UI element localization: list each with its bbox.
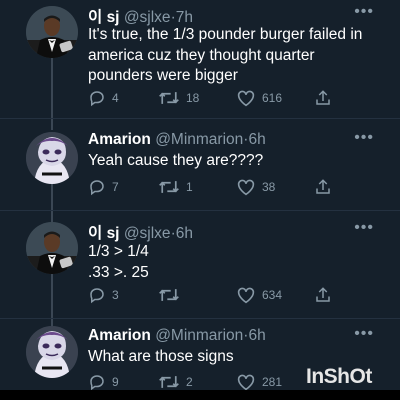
cartoon-character-avatar (26, 326, 78, 378)
user-handle[interactable]: @Minmarion (155, 131, 243, 148)
tuxedo-man-avatar (26, 222, 78, 274)
tweet-text: It's true, the 1/3 pounder burger failed… (88, 25, 380, 87)
tweet[interactable]: 이 sj @sjlxe·7h ••• It's true, the 1/3 po… (0, 0, 400, 118)
heart-icon (237, 90, 255, 107)
reply-count: 3 (112, 288, 119, 302)
like-button[interactable]: 281 (236, 372, 282, 392)
bottom-bar (0, 390, 400, 400)
retweet-button[interactable]: 1 (158, 177, 193, 197)
reply-button[interactable]: 3 (88, 285, 119, 305)
display-name[interactable]: 이 sj (88, 225, 120, 242)
tweet-header: Amarion @Minmarion·6h (88, 327, 266, 345)
reply-button[interactable]: 4 (88, 88, 119, 108)
heart-icon (237, 179, 255, 196)
retweet-count: 1 (186, 180, 193, 194)
heart-icon (237, 374, 255, 391)
display-name[interactable]: 이 sj (88, 9, 120, 26)
tweet-text: Yeah cause they are???? (88, 151, 380, 172)
tweet-actions: 7 1 38 (88, 177, 348, 197)
tuxedo-man-avatar (26, 6, 78, 58)
share-button[interactable] (314, 88, 332, 108)
like-count: 38 (262, 180, 276, 194)
heart-icon (237, 287, 255, 304)
tweet-text-line: Yeah cause they are???? (88, 152, 264, 169)
display-name[interactable]: Amarion (88, 327, 151, 344)
more-options-icon[interactable]: ••• (354, 129, 374, 147)
reply-icon (90, 180, 104, 196)
more-options-icon[interactable]: ••• (354, 3, 374, 21)
user-handle[interactable]: @sjlxe (124, 225, 171, 242)
like-count: 634 (262, 288, 283, 302)
timestamp[interactable]: 6h (248, 131, 265, 148)
tweet-header: 이 sj @sjlxe·6h (88, 221, 193, 243)
user-handle[interactable]: @Minmarion (155, 327, 243, 344)
like-button[interactable]: 38 (236, 177, 275, 197)
cartoon-character-avatar (26, 132, 78, 184)
retweet-icon (159, 376, 179, 388)
like-count: 281 (262, 375, 283, 389)
tweet-text-line: 1/3 > 1/4 (88, 243, 149, 260)
tweet[interactable]: 이 sj @sjlxe·6h ••• 1/3 > 1/4 .33 >. 25 3… (0, 210, 400, 318)
like-count: 616 (262, 91, 283, 105)
like-button[interactable]: 616 (236, 88, 282, 108)
inshot-watermark: InShOt (306, 365, 372, 388)
tweet-header: Amarion @Minmarion·6h (88, 131, 266, 149)
reply-icon (90, 375, 104, 391)
tweet-text-line: .33 >. 25 (88, 263, 149, 281)
reply-button[interactable]: 9 (88, 372, 119, 392)
reply-icon (90, 91, 104, 107)
more-options-icon[interactable]: ••• (354, 219, 374, 237)
display-name[interactable]: Amarion (88, 131, 151, 148)
retweet-count: 18 (186, 91, 200, 105)
retweet-button[interactable]: 2 (158, 372, 193, 392)
tweet-text-line: pounders were bigger (88, 67, 238, 84)
reply-count: 4 (112, 91, 119, 105)
timestamp[interactable]: 6h (176, 225, 193, 242)
tweet-header: 이 sj @sjlxe·7h (88, 5, 193, 27)
avatar[interactable] (26, 222, 78, 274)
avatar[interactable] (26, 6, 78, 58)
tweet-text-line: It's true, the 1/3 pounder burger failed… (88, 26, 363, 43)
like-button[interactable]: 634 (236, 285, 282, 305)
share-button[interactable] (314, 285, 332, 305)
share-button[interactable] (314, 177, 332, 197)
more-options-icon[interactable]: ••• (354, 325, 374, 343)
tweet-text-line: america cuz they thought quarter (88, 46, 315, 64)
share-icon (316, 90, 330, 105)
timestamp[interactable]: 6h (248, 327, 265, 344)
tweet-actions: 3 634 (88, 285, 348, 305)
timestamp[interactable]: 7h (176, 9, 193, 26)
avatar[interactable] (26, 132, 78, 184)
retweet-button[interactable] (158, 285, 186, 305)
share-icon (316, 287, 330, 302)
tweet-actions: 4 18 616 (88, 88, 348, 108)
reply-count: 9 (112, 375, 119, 389)
reply-icon (90, 288, 104, 304)
tweet-text: 1/3 > 1/4 .33 >. 25 (88, 242, 380, 283)
retweet-icon (159, 92, 179, 104)
retweet-icon (159, 181, 179, 193)
reply-count: 7 (112, 180, 119, 194)
retweet-count: 2 (186, 375, 193, 389)
share-icon (316, 179, 330, 194)
reply-button[interactable]: 7 (88, 177, 119, 197)
tweet[interactable]: Amarion @Minmarion·6h ••• Yeah cause the… (0, 118, 400, 210)
retweet-button[interactable]: 18 (158, 88, 199, 108)
avatar[interactable] (26, 326, 78, 378)
user-handle[interactable]: @sjlxe (124, 9, 171, 26)
retweet-icon (159, 289, 179, 301)
